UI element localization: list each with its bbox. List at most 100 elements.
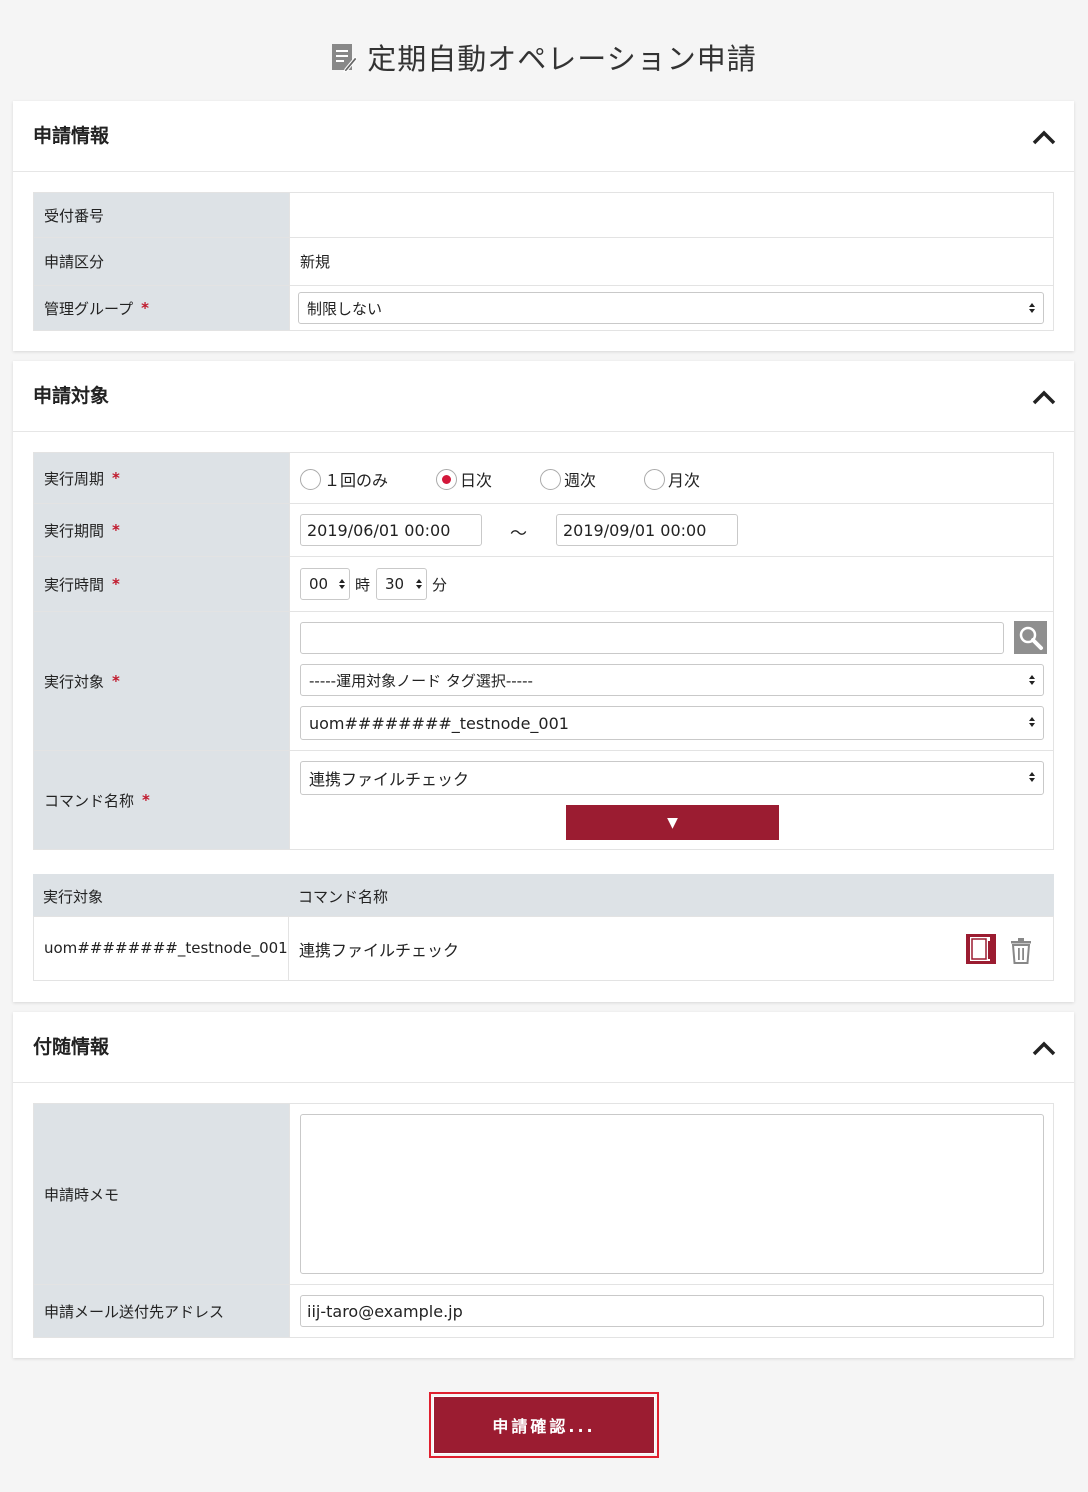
- required-mark: *: [112, 575, 120, 593]
- tag-select-value: -----運用対象ノード タグ選択-----: [309, 671, 533, 690]
- required-mark: *: [112, 672, 120, 690]
- panel-title: 付随情報: [33, 1036, 110, 1058]
- time-label-text: 実行時間: [44, 575, 105, 594]
- radio-once[interactable]: １回のみ: [300, 467, 388, 491]
- target-row: 実行対象 * -----運用対象ノード タグ選択----- uom########…: [33, 611, 1054, 751]
- minute-value: 30: [385, 575, 405, 593]
- email-row: 申請メール送付先アドレス iij-taro@example.jp: [33, 1284, 1054, 1338]
- command-select-value: 連携ファイルチェック: [309, 770, 470, 789]
- period-start-input[interactable]: 2019/06/01 00:00: [300, 514, 482, 546]
- row-target: uom########_testnode_001: [44, 939, 288, 957]
- required-mark: *: [112, 521, 120, 539]
- management-group-select[interactable]: 制限しない: [298, 292, 1044, 324]
- management-group-row: 管理グループ * 制限しない: [33, 285, 1054, 331]
- trash-icon[interactable]: [1009, 937, 1033, 965]
- search-button[interactable]: [1014, 621, 1047, 654]
- panel-header[interactable]: 申請対象: [13, 361, 1074, 432]
- period-label-text: 実行期間: [44, 521, 105, 540]
- management-group-label-text: 管理グループ: [44, 299, 134, 318]
- select-arrows-icon: [1029, 303, 1035, 313]
- command-label: コマンド名称 *: [34, 751, 289, 849]
- time-cell: 00 時 30 分: [289, 557, 1053, 611]
- receipt-number-label: 受付番号: [34, 193, 289, 237]
- application-type-row: 申請区分 新規: [33, 237, 1054, 286]
- email-field[interactable]: iij-taro@example.jp: [300, 1295, 1044, 1327]
- chevron-up-icon[interactable]: [1032, 1038, 1056, 1058]
- radio-button[interactable]: [540, 468, 561, 490]
- application-target-panel: 申請対象 実行周期 * １回のみ 日次 週次 月次 実行期間 * 2019/06…: [13, 361, 1074, 1002]
- node-select-value: uom########_testnode_001: [309, 713, 569, 733]
- radio-button[interactable]: [300, 468, 321, 490]
- target-search-input[interactable]: [300, 622, 1004, 654]
- chevron-up-icon[interactable]: [1032, 387, 1056, 407]
- additional-info-panel: 付随情報 申請時メモ 申請メール送付先アドレス iij-taro@example…: [13, 1012, 1074, 1358]
- receipt-number-value: [289, 193, 1053, 237]
- receipt-number-row: 受付番号: [33, 192, 1054, 238]
- radio-button-selected[interactable]: [436, 468, 457, 490]
- radio-weekly[interactable]: 週次: [540, 467, 596, 491]
- application-type-cell: 新規: [289, 238, 1053, 285]
- column-header-command: コマンド名称: [298, 888, 389, 906]
- row-command: 連携ファイルチェック: [299, 941, 460, 960]
- minute-select[interactable]: 30: [376, 568, 427, 600]
- table-row: uom########_testnode_001 連携ファイルチェック: [33, 916, 1054, 981]
- add-command-button[interactable]: ▼: [566, 805, 779, 840]
- select-arrows-icon: [1029, 772, 1035, 782]
- memo-row: 申請時メモ: [33, 1103, 1054, 1285]
- time-row: 実行時間 * 00 時 30 分: [33, 556, 1054, 612]
- tag-select[interactable]: -----運用対象ノード タグ選択-----: [300, 664, 1044, 696]
- add-command-label: ▼: [667, 814, 678, 831]
- minute-unit: 分: [432, 576, 448, 594]
- edit-document-icon[interactable]: [964, 932, 998, 966]
- command-list-header: 実行対象 コマンド名称: [33, 874, 1054, 917]
- select-arrows-icon: [339, 579, 345, 589]
- time-label: 実行時間 *: [34, 557, 289, 611]
- panel-header[interactable]: 申請情報: [13, 101, 1074, 172]
- hour-value: 00: [309, 575, 329, 593]
- chevron-up-icon[interactable]: [1032, 127, 1056, 147]
- required-mark: *: [142, 791, 150, 809]
- radio-button[interactable]: [644, 468, 665, 490]
- email-label: 申請メール送付先アドレス: [34, 1285, 289, 1337]
- radio-monthly[interactable]: 月次: [644, 467, 700, 491]
- period-separator: ～: [510, 524, 527, 544]
- schedule-cell: １回のみ 日次 週次 月次: [289, 453, 1053, 503]
- required-mark: *: [112, 469, 120, 487]
- page-title: 定期自動オペレーション申請: [0, 36, 1088, 78]
- command-row: コマンド名称 * 連携ファイルチェック ▼: [33, 750, 1054, 850]
- hour-unit: 時: [355, 576, 371, 594]
- confirm-application-button[interactable]: 申請確認...: [433, 1396, 655, 1454]
- radio-label: 日次: [460, 471, 493, 490]
- command-select[interactable]: 連携ファイルチェック: [300, 761, 1044, 795]
- memo-textarea[interactable]: [300, 1114, 1044, 1274]
- period-end-input[interactable]: 2019/09/01 00:00: [556, 514, 738, 546]
- period-row: 実行期間 * 2019/06/01 00:00 ～ 2019/09/01 00:0…: [33, 503, 1054, 557]
- email-cell: iij-taro@example.jp: [289, 1285, 1053, 1337]
- panel-title: 申請対象: [33, 385, 110, 407]
- panel-header[interactable]: 付随情報: [13, 1012, 1074, 1083]
- page-title-text: 定期自動オペレーション申請: [367, 42, 757, 76]
- period-cell: 2019/06/01 00:00 ～ 2019/09/01 00:00: [289, 504, 1053, 556]
- schedule-label-text: 実行周期: [44, 469, 105, 488]
- submit-focus-ring: 申請確認...: [429, 1392, 659, 1458]
- command-cell: 連携ファイルチェック ▼: [289, 751, 1053, 849]
- column-divider: [288, 917, 289, 980]
- target-cell: -----運用対象ノード タグ選択----- uom########_testn…: [289, 612, 1053, 750]
- application-info-panel: 申請情報 受付番号 申請区分 新規 管理グループ * 制限しない: [13, 101, 1074, 351]
- target-label-text: 実行対象: [44, 672, 105, 691]
- memo-cell: [289, 1104, 1053, 1284]
- radio-daily[interactable]: 日次: [436, 467, 492, 491]
- document-edit-icon: [332, 44, 358, 73]
- node-select[interactable]: uom########_testnode_001: [300, 706, 1044, 740]
- command-label-text: コマンド名称: [44, 791, 135, 810]
- panel-title: 申請情報: [33, 125, 110, 147]
- period-label: 実行期間 *: [34, 504, 289, 556]
- management-group-label: 管理グループ *: [34, 286, 289, 330]
- radio-label: １回のみ: [324, 471, 389, 490]
- schedule-label: 実行周期 *: [34, 453, 289, 503]
- select-arrows-icon: [1029, 717, 1035, 727]
- column-header-target: 実行対象: [43, 888, 104, 906]
- hour-select[interactable]: 00: [300, 568, 350, 600]
- select-arrows-icon: [1029, 675, 1035, 685]
- select-arrows-icon: [416, 579, 422, 589]
